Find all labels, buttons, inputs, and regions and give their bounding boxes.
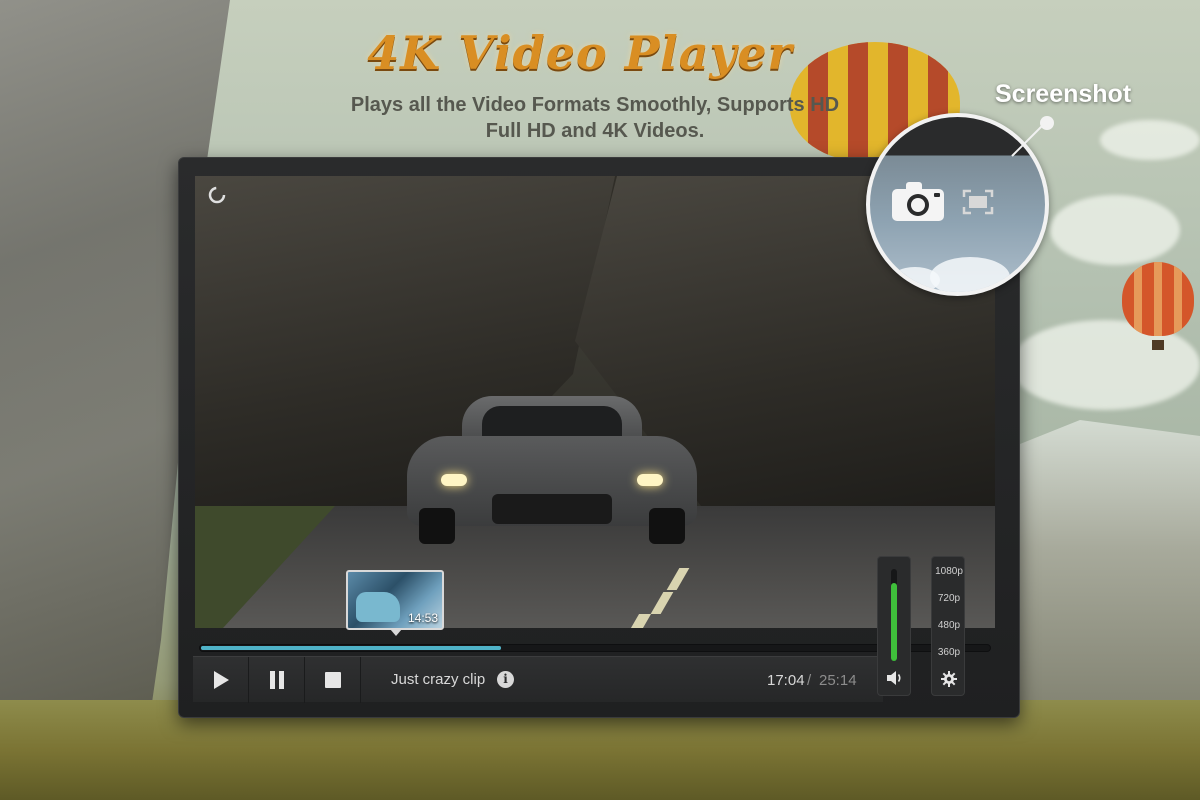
play-button[interactable] [193, 657, 249, 703]
control-bar: Just crazy clip i 17:04 / 25:14 [193, 656, 883, 703]
volume-panel [877, 556, 911, 696]
pause-button[interactable] [249, 657, 305, 703]
car-wheel-right [649, 508, 685, 544]
play-icon [213, 671, 229, 689]
volume-level [891, 582, 897, 661]
callout-label: Screenshot [995, 80, 1132, 108]
car-headlight-left [441, 474, 467, 486]
pause-icon [269, 671, 284, 689]
volume-icon[interactable] [886, 670, 904, 686]
background-cloud [1050, 195, 1180, 265]
balloon-basket [1152, 340, 1164, 350]
quality-option-720p[interactable]: 720p [932, 593, 966, 604]
camera-icon[interactable] [890, 179, 946, 223]
preview-time: 14:53 [407, 611, 438, 625]
app-subtitle-line1: Plays all the Video Formats Smoothly, Su… [350, 94, 840, 116]
car-grille [492, 494, 612, 524]
quality-option-480p[interactable]: 480p [932, 620, 966, 631]
zoom-cloud [930, 257, 1010, 292]
preview-pointer [390, 629, 402, 636]
background-cloud [1100, 120, 1200, 160]
app-subtitle-line2: Full HD and 4K Videos. [485, 120, 705, 142]
quality-panel: 1080p 720p 480p 360p [931, 556, 965, 696]
car-headlight-right [637, 474, 663, 486]
car-wheel-left [419, 508, 455, 544]
quality-option-1080p[interactable]: 1080p [932, 566, 966, 577]
app-subtitle: Plays all the Video Formats Smoothly, Su… [300, 92, 890, 144]
clip-title: Just crazy clip [391, 671, 486, 688]
balloon-small [1122, 262, 1194, 336]
volume-slider[interactable] [891, 569, 897, 661]
thumbnail-car [356, 592, 400, 622]
info-icon[interactable]: i [497, 671, 514, 688]
background-mountain-right [1000, 420, 1200, 740]
loading-icon [207, 185, 227, 205]
quality-option-360p[interactable]: 360p [932, 647, 966, 658]
fullscreen-icon[interactable] [962, 189, 994, 215]
seek-preview-thumbnail: 14:53 [346, 570, 444, 630]
seek-bar-progress [201, 646, 502, 650]
stop-button[interactable] [305, 657, 361, 703]
seek-bar[interactable] [199, 644, 991, 652]
time-current: 17:04 [767, 672, 805, 689]
video-car [407, 396, 697, 546]
zoom-cloud [890, 267, 940, 292]
callout-dot [1040, 116, 1054, 130]
stop-icon [324, 672, 341, 688]
time-separator: / [807, 672, 812, 689]
time-total: 25:14 [819, 672, 857, 689]
gear-icon[interactable] [941, 671, 957, 687]
app-title: 4K Video Player [367, 26, 793, 80]
